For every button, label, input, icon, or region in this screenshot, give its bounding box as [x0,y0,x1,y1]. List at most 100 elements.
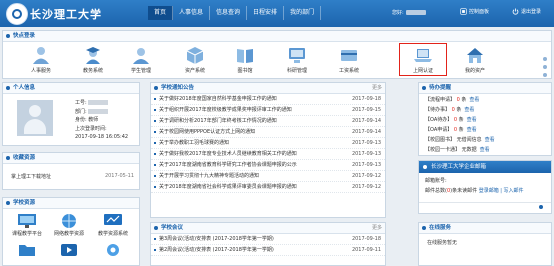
quick-item-research[interactable]: 科研管理 [275,45,319,74]
logout-button[interactable]: 退出登录 [512,8,541,15]
resource-item-4[interactable] [11,242,43,259]
todo-item: 【校园图书】 无借阅信息 查看 [419,135,551,145]
collection-panel: 收藏资源 掌上理工下载地址 2017-05-11 [2,152,140,190]
meetings-panel: 学校会议 更多 第3周会议(活动)安排表 (2017-2018学年第一学期) 20… [150,222,386,266]
notice-item[interactable]: 关于校园网使用PPPOE认证方式上网的通知 2017-09-14 [151,127,385,138]
scroll-up-icon[interactable] [543,57,547,61]
resource-network-teaching[interactable]: 网络教学资源 [53,213,85,237]
staff-id-label: 工号: [75,100,87,106]
mail-actions-link[interactable]: 登录邮箱 | 写入邮件 [479,188,524,194]
identity-row: 身份: 教师 [75,116,128,125]
nav-schedule[interactable]: 日程安排 [247,6,285,20]
quick-item-label: 图书馆 [237,68,253,74]
meeting-item[interactable]: 第3周会议(活动)安排表 (2017-2018学年第一学期) 2017-09-18 [151,234,385,245]
todo-item: 【OA待办】 0 条查看 [419,115,551,125]
quick-item-my-assets[interactable]: 我的资产 [453,45,497,74]
todo-item: 【流程申请】 0 条查看 [419,95,551,105]
quick-item-assets[interactable]: 资产系统 [173,45,217,74]
todo-view-link[interactable]: 查看 [480,147,490,153]
resource-item-5[interactable] [53,242,85,259]
todo-panel: 待办提醒 【流程申请】 0 条查看 【待办事】 0 条查看 【OA待办】 0 条… [418,82,552,156]
quick-item-student[interactable]: 学生管理 [119,45,163,74]
scroll-dot-icon[interactable] [543,65,547,69]
nav-my-department[interactable]: 我的部门 [284,6,322,20]
todo-count: 0 [453,127,458,133]
presentation-icon [18,214,36,228]
notice-item-date: 2017-09-18 [348,94,381,104]
resource-teaching-system[interactable]: 教学资源系统 [97,213,129,237]
nav-hr-info[interactable]: 人事信息 [173,6,211,20]
header-dot-icon [6,201,10,205]
todo-header: 待办提醒 [419,83,551,94]
department-row: 部门: [75,108,128,117]
quick-item-label: 教务系统 [82,68,103,74]
notice-item-date: 2017-09-12 [348,182,381,192]
notice-item[interactable]: 关于调研和分析2017年部门年终考核工作情况的通知 2017-09-14 [151,116,385,127]
screen-icon [104,214,122,225]
bullet-icon [154,164,156,166]
collection-item-link[interactable]: 掌上理工下载地址 [11,173,51,180]
resource-label: 课程教学平台 [11,231,42,237]
resource-item-6[interactable] [97,242,129,259]
notice-more-link[interactable]: 更多 [372,83,382,93]
notice-item-date: 2017-09-15 [348,105,381,115]
meetings-title: 学校会议 [161,225,184,231]
online-service-header: 在线服务 [419,223,551,234]
header-dot-icon [154,86,158,90]
meeting-item-date: 2017-09-11 [348,245,381,255]
nav-home[interactable]: 首页 [148,6,174,20]
resources-title: 学校资源 [13,200,36,206]
quick-item-hr[interactable]: 人事服务 [19,45,63,74]
staff-id-row: 工号: [75,99,128,108]
nav-info-query[interactable]: 信息查询 [210,6,248,20]
notice-item[interactable]: 关于做好2018年度国家自然科学基金申报工作的通知 2017-09-18 [151,94,385,105]
pager-dot-icon[interactable] [539,205,543,209]
cube-icon [186,47,204,64]
mail-title: 长沙理工大学企业邮箱 [431,164,487,170]
top-bar: 长沙理工大学 首页 人事信息 信息查询 日程安排 我的部门 您好: 控制面板 退… [0,0,554,27]
control-panel-icon [460,8,467,15]
notice-item-date: 2017-09-13 [348,138,381,148]
quick-item-salary[interactable]: 工资系统 [327,45,371,74]
meetings-more-link[interactable]: 更多 [372,223,382,233]
meeting-item[interactable]: 第2周会议(活动)安排表 (2017-2018学年第一学期) 2017-09-11 [151,245,385,256]
notice-header: 学校通知公告 更多 [151,83,385,94]
quick-access-list: 人事服务 教务系统 学生管理 资产系统 图书馆 科研管理 工资系统 上网认证 我… [3,43,553,79]
bullet-icon [154,142,156,144]
notice-item[interactable]: 关于开展学习贯彻十九大精神专题活动的通知 2017-09-12 [151,171,385,182]
mail-header: 长沙理工大学企业邮箱 [419,161,551,173]
notice-item-title: 关于校园网使用PPPOE认证方式上网的通知 [159,129,256,135]
todo-view-link[interactable]: 查看 [485,137,495,143]
resource-label: 教学资源系统 [97,231,128,237]
notice-item[interactable]: 关于2017年度湖南省教育科学研究工作者协会课题申报的公示 2017-09-13 [151,160,385,171]
department-redacted [88,108,109,114]
header-dot-icon [154,226,158,230]
user-name-redacted [405,10,426,15]
book-icon [237,49,253,63]
notice-item[interactable]: 关于2018年度湖南省社会科学成果评审委员会课题申报的通知 2017-09-12 [151,182,385,193]
quick-item-label: 人事服务 [30,68,51,74]
quick-access-title: 快点登录 [13,33,36,39]
notice-item[interactable]: 关于做好我校2017年度专业技术人员继续教育相关工作的通知 2017-09-13 [151,149,385,160]
notice-item[interactable]: 关于组织开展2017年度校级教学成果奖申报评审工作的通知 2017-09-15 [151,105,385,116]
notice-item[interactable]: 关于举办教职工羽毛球赛的通知 2017-09-13 [151,138,385,149]
resource-course-platform[interactable]: 课程教学平台 [11,213,43,237]
school-logo[interactable]: 长沙理工大学 [6,2,116,25]
quick-item-academic[interactable]: 教务系统 [71,45,115,74]
scroll-down-icon[interactable] [543,73,547,77]
folder-icon [19,245,35,256]
quick-item-network-auth[interactable]: 上网认证 [399,43,447,76]
todo-view-link[interactable]: 查看 [467,127,477,133]
todo-view-link[interactable]: 查看 [464,107,474,113]
school-emblem-icon [6,3,28,25]
quick-item-library[interactable]: 图书馆 [223,45,267,74]
todo-view-link[interactable]: 查看 [469,97,479,103]
personal-info-panel: 个人信息 工号: 部门: 身份: 教师 上次登录时间: 2017-09-18 1… [2,82,140,146]
notice-item-date: 2017-09-12 [348,171,381,181]
todo-view-link[interactable]: 查看 [467,117,477,123]
control-panel-button[interactable]: 控制面板 [460,8,489,15]
mail-account-line: 邮箱账号: [425,178,447,184]
student-icon [133,48,149,64]
quick-item-label: 工资系统 [338,68,359,74]
todo-unit: 条 [458,117,464,123]
